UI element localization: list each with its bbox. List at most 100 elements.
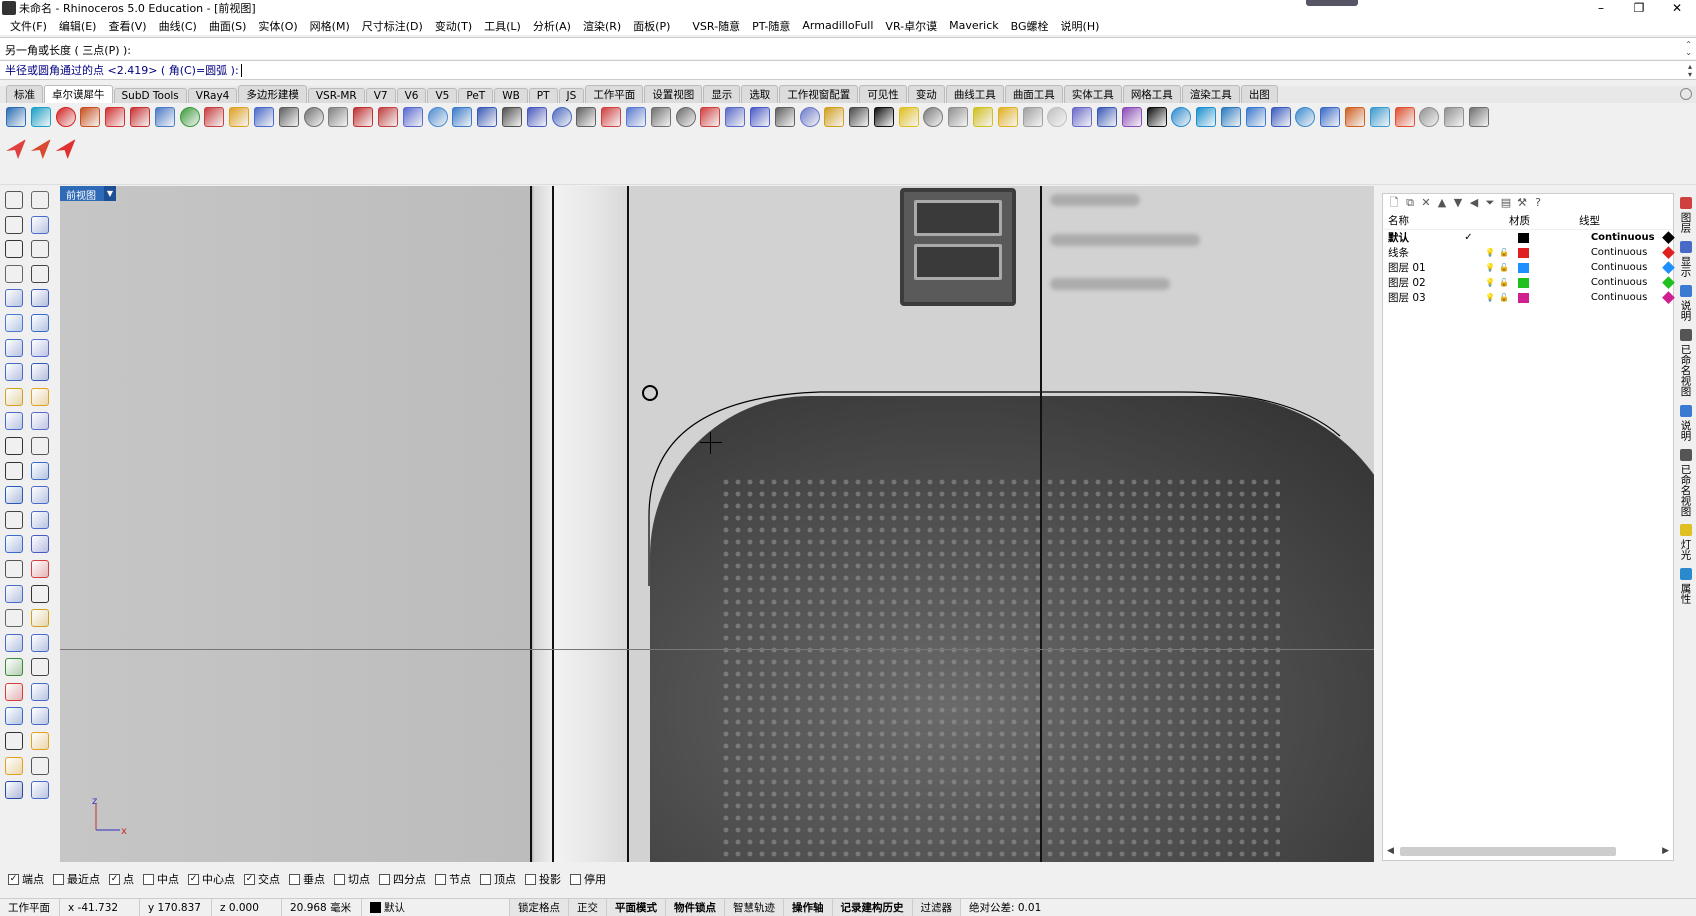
toolbar-tool-icon[interactable] — [1171, 107, 1192, 127]
toolbar-tool-icon[interactable] — [353, 107, 374, 127]
tool-palette-icon[interactable] — [31, 313, 49, 332]
unlock-icon[interactable]: 🔓 — [1499, 278, 1509, 287]
toolbar-tool-icon[interactable] — [526, 107, 547, 127]
status-toggle-button[interactable]: 平面模式 — [607, 898, 666, 916]
osnap-checkbox[interactable] — [379, 873, 390, 885]
tool-palette-icon[interactable] — [31, 781, 49, 800]
toolbar-tool-icon[interactable] — [1146, 107, 1167, 127]
toolbar-tool-icon[interactable] — [105, 107, 126, 127]
menu-item[interactable]: 文件(F) — [4, 18, 53, 34]
tool-palette-icon[interactable] — [5, 338, 23, 357]
unlock-icon[interactable]: 🔓 — [1499, 263, 1509, 272]
layer-tool-icon[interactable]: ⏷ — [1484, 197, 1496, 209]
viewport-menu-arrow-icon[interactable]: ▼ — [104, 186, 116, 201]
tool-palette-icon[interactable] — [5, 510, 23, 529]
toolbar-tool-icon[interactable] — [501, 107, 522, 127]
menu-item[interactable]: 分析(A) — [527, 18, 577, 34]
column-linetype[interactable]: 线型 — [1579, 213, 1659, 228]
tool-palette-icon[interactable] — [31, 338, 49, 357]
layer-linetype[interactable]: Continuous — [1591, 277, 1659, 288]
layer-tool-icon[interactable]: ⧉ — [1404, 197, 1416, 209]
toolbar-tool-icon[interactable] — [55, 139, 76, 159]
unlock-icon[interactable]: 🔓 — [1499, 248, 1509, 257]
toolbar-tool-icon[interactable] — [229, 107, 250, 127]
toolbar-tool-icon[interactable] — [650, 107, 671, 127]
menu-item[interactable]: 曲线(C) — [153, 18, 203, 34]
tool-palette-icon[interactable] — [5, 756, 23, 775]
osnap-checkbox[interactable]: ✓ — [8, 873, 19, 885]
toolbar-tool-icon[interactable] — [1221, 107, 1242, 127]
status-toggle-button[interactable]: 操作轴 — [784, 898, 833, 916]
column-name[interactable]: 名称 — [1383, 213, 1509, 228]
toolbar-tool-icon[interactable] — [253, 107, 274, 127]
layer-color-swatch[interactable] — [1518, 262, 1529, 273]
layer-row[interactable]: 线条 💡 🔓 Continuous — [1383, 245, 1675, 260]
tool-palette-icon[interactable] — [5, 412, 23, 431]
tool-palette-icon[interactable] — [5, 707, 23, 726]
tool-palette-icon[interactable] — [5, 240, 23, 259]
tool-palette-icon[interactable] — [5, 387, 23, 406]
status-toggle-button[interactable]: 记录建构历史 — [832, 898, 913, 916]
tool-palette-icon[interactable] — [31, 559, 49, 578]
toolbar-tool-icon[interactable] — [129, 107, 150, 127]
tool-palette-icon[interactable] — [31, 510, 49, 529]
osnap-6[interactable]: 垂点 — [289, 871, 325, 887]
side-tab[interactable]: 已命名视图 — [1679, 325, 1694, 401]
menu-item[interactable]: 说明(H) — [1055, 18, 1106, 34]
toolbar-tool-icon[interactable] — [278, 107, 299, 127]
toolbar-tool-icon[interactable] — [427, 107, 448, 127]
toolbar-tool-icon[interactable] — [799, 107, 820, 127]
toolbar-tool-icon[interactable] — [1097, 107, 1118, 127]
tool-palette-icon[interactable] — [5, 609, 23, 628]
tool-palette-icon[interactable] — [5, 215, 23, 234]
menu-item[interactable]: 曲面(S) — [203, 18, 253, 34]
osnap-8[interactable]: 四分点 — [379, 871, 426, 887]
menu-item[interactable]: 查看(V) — [102, 18, 152, 34]
toolbar-tool-icon[interactable] — [725, 107, 746, 127]
tool-palette-icon[interactable] — [31, 412, 49, 431]
layer-linetype[interactable]: Continuous — [1591, 292, 1659, 303]
tool-palette-icon[interactable] — [5, 289, 23, 308]
layer-tool-icon[interactable]: ▼ — [1452, 197, 1464, 209]
layer-linetype[interactable]: Continuous — [1591, 262, 1659, 273]
tool-palette-icon[interactable] — [5, 559, 23, 578]
toolbar-tool-icon[interactable] — [1469, 107, 1490, 127]
status-toggle-button[interactable]: 正交 — [569, 898, 607, 916]
menu-item[interactable]: 工具(L) — [478, 18, 527, 34]
lightbulb-icon[interactable]: 💡 — [1485, 293, 1495, 302]
toolbar-tool-icon[interactable] — [1270, 107, 1291, 127]
toolbar-tool-icon[interactable] — [30, 107, 51, 127]
toolbar-tab[interactable]: VRay4 — [187, 88, 238, 103]
layer-tool-icon[interactable]: ✕ — [1420, 197, 1432, 209]
print-color-icon[interactable] — [1662, 291, 1675, 304]
tool-palette-icon[interactable] — [31, 682, 49, 701]
toolbar-tool-icon[interactable] — [601, 107, 622, 127]
command-scroll-arrows[interactable]: ▴ ▾ — [1688, 63, 1692, 79]
toolbar-tab[interactable]: PeT — [458, 88, 494, 103]
tool-palette-icon[interactable] — [31, 240, 49, 259]
toolbar-tool-icon[interactable] — [402, 107, 423, 127]
menu-item[interactable]: VSR-随意 — [686, 18, 746, 34]
tool-palette-icon[interactable] — [31, 584, 49, 603]
toolbar-tool-icon[interactable] — [328, 107, 349, 127]
toolbar-tab[interactable]: 工作平面 — [585, 85, 644, 103]
side-tab[interactable]: 说明 — [1679, 281, 1694, 325]
toolbar-tool-icon[interactable] — [824, 107, 845, 127]
osnap-checkbox[interactable]: ✓ — [188, 873, 199, 885]
tool-palette-icon[interactable] — [5, 313, 23, 332]
toolbar-tab[interactable]: 出图 — [1240, 85, 1278, 103]
osnap-3[interactable]: 中点 — [143, 871, 179, 887]
layer-tool-icon[interactable]: ▤ — [1500, 197, 1512, 209]
osnap-1[interactable]: 最近点 — [53, 871, 100, 887]
toolbar-tool-icon[interactable] — [30, 139, 51, 159]
tool-palette-icon[interactable] — [5, 363, 23, 382]
toolbar-tab[interactable]: 曲线工具 — [945, 85, 1004, 103]
tool-palette-icon[interactable] — [5, 658, 23, 677]
toolbar-tool-icon[interactable] — [898, 107, 919, 127]
scroll-right-icon[interactable]: ▶ — [1662, 846, 1669, 856]
tool-palette-icon[interactable] — [31, 707, 49, 726]
tool-palette-icon[interactable] — [31, 191, 49, 209]
osnap-checkbox[interactable] — [435, 873, 446, 885]
toolbar-tool-icon[interactable] — [1245, 107, 1266, 127]
toolbar-tool-icon[interactable] — [551, 107, 572, 127]
